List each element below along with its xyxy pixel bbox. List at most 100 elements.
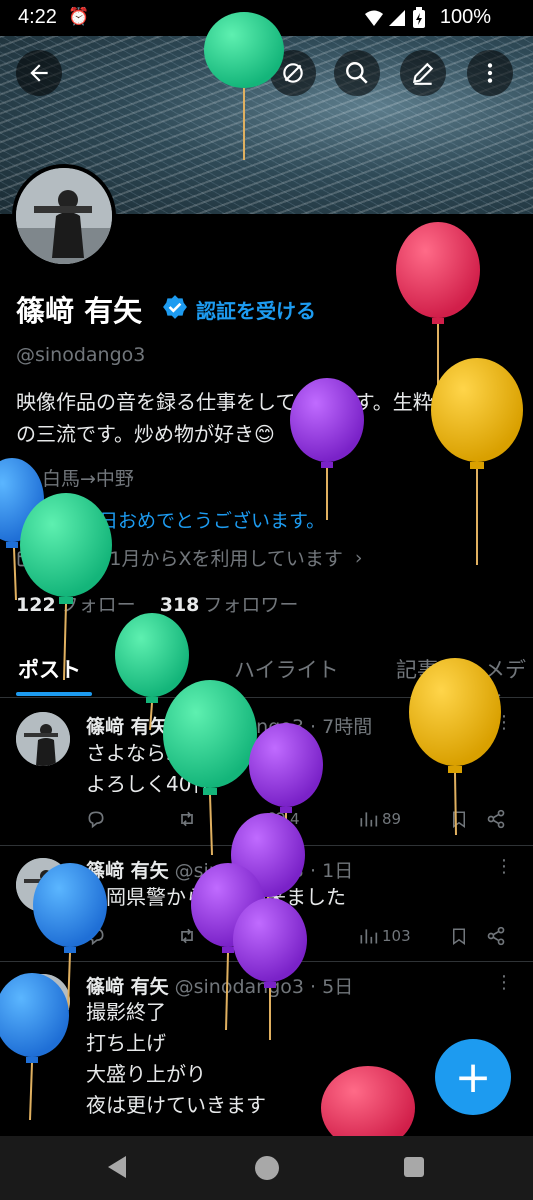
get-verified-link[interactable]: 認証を受ける: [196, 295, 316, 324]
search-button[interactable]: [334, 50, 380, 96]
nav-home-button[interactable]: [255, 1156, 279, 1180]
views-button[interactable]: 89: [358, 809, 401, 829]
back-button[interactable]: [16, 50, 62, 96]
following-link[interactable]: 122 フォロー: [16, 594, 136, 616]
bookmark-icon: [453, 928, 465, 945]
share-button[interactable]: [486, 809, 506, 829]
tweet-line: 静岡県警から電話が来ました: [86, 885, 346, 909]
tab-highlights[interactable]: ハイライト: [234, 654, 339, 684]
nav-back-button[interactable]: [108, 1156, 126, 1178]
tab-articles[interactable]: 記事: [396, 654, 438, 684]
profile-bio: 映像作品の音を録る仕事をしております。生粋 の三流です。炒め物が好き😊: [16, 386, 521, 450]
more-button[interactable]: [467, 50, 513, 96]
tweet-author[interactable]: 篠﨑 有矢: [86, 860, 169, 882]
tweet-more-button[interactable]: ⋮: [495, 856, 513, 877]
tweet-item[interactable]: 篠﨑 有矢 @sinodango3 · 7時間 ⋮ さよなら30代 よろしく40代…: [0, 698, 533, 846]
tweet-line: 夜は更けていきます: [86, 1093, 266, 1117]
like-button[interactable]: 4: [266, 809, 300, 829]
tweet-more-button[interactable]: ⋮: [495, 712, 513, 733]
bookmark-button[interactable]: [450, 926, 468, 946]
more-vertical-icon: [487, 63, 493, 83]
tweet-handle-time: @sinodango3 · 7時間: [174, 716, 373, 738]
followers-label: フォロワー: [203, 594, 299, 616]
reply-button[interactable]: [86, 809, 106, 829]
repost-icon: [181, 928, 193, 944]
tweet-author[interactable]: 篠﨑 有矢: [86, 976, 169, 998]
tweet-handle-time: @sinodango3 · 1日: [174, 860, 354, 882]
views-count: 89: [382, 810, 402, 828]
back-arrow-icon: [30, 64, 48, 82]
active-tab-indicator: [16, 692, 92, 696]
like-icon: [267, 812, 285, 828]
follow-counts: 122 フォロー 318 フォロワー: [16, 590, 298, 617]
like-count: 4: [290, 810, 300, 828]
views-icon: [360, 812, 378, 827]
tweet-handle-time: @sinodango3 · 5日: [174, 976, 354, 998]
profile-avatar[interactable]: [12, 164, 116, 268]
like-icon: [267, 929, 285, 945]
battery-percentage: 100%: [439, 6, 491, 28]
balloon: [396, 222, 480, 400]
tweet-author[interactable]: 篠﨑 有矢: [86, 716, 169, 738]
views-icon: [360, 929, 378, 944]
edit-button[interactable]: [400, 50, 446, 96]
profile-tabs: ポスト 返信 ハイライト 記事 メディ: [0, 640, 533, 712]
smile-emoji-icon: 😊: [254, 422, 275, 446]
bookmark-button[interactable]: [450, 809, 468, 829]
status-bar: 4:22 ⏰ 100%: [0, 0, 533, 36]
search-icon: [346, 62, 368, 84]
tweet-text: 撮影終了 打ち上げ 大盛り上がり 夜は更けていきます: [86, 997, 266, 1121]
tweet-avatar[interactable]: [16, 974, 70, 1028]
chevron-right-icon: ›: [354, 546, 363, 569]
tweet-actions: 1 103: [86, 926, 506, 950]
followers-link[interactable]: 318 フォロワー: [160, 594, 299, 616]
joined-row[interactable]: 2011年1月からXを利用しています ›: [16, 544, 363, 571]
tweet-more-button[interactable]: ⋮: [495, 972, 513, 993]
location-icon: [18, 468, 34, 487]
tweet-avatar[interactable]: [16, 712, 70, 766]
system-navigation-bar: [0, 1136, 533, 1200]
tweet-item[interactable]: 篠﨑 有矢 @sinodango3 · 1日 ⋮ 静岡県警から電話が来ました 1 …: [0, 846, 533, 962]
compose-post-button[interactable]: +: [435, 1039, 511, 1115]
share-icon: [487, 926, 505, 946]
battery-icon: [413, 7, 425, 28]
avatar-image: [16, 168, 112, 264]
tweet-line: よろしく40代: [86, 772, 212, 796]
tweet-line: さよなら30代: [86, 741, 212, 765]
plus-icon: +: [454, 1051, 492, 1103]
views-button[interactable]: 103: [358, 926, 411, 946]
tab-replies[interactable]: 返信: [140, 654, 182, 684]
repost-button[interactable]: [176, 926, 198, 946]
profile-handle: @sinodango3: [16, 344, 146, 366]
nav-recents-button[interactable]: [404, 1157, 424, 1177]
tweet-header: 篠﨑 有矢 @sinodango3 · 5日: [86, 972, 353, 999]
repost-button[interactable]: [176, 809, 198, 829]
views-count: 103: [382, 927, 411, 945]
following-label: フォロー: [59, 594, 136, 616]
following-count: 122: [16, 594, 56, 616]
tweet-line: 打ち上げ: [86, 1031, 166, 1055]
tweet-header: 篠﨑 有矢 @sinodango3 · 1日: [86, 856, 353, 883]
bio-line: 映像作品の音を録る仕事をしております。生粋: [16, 390, 433, 414]
tab-posts[interactable]: ポスト: [18, 654, 81, 684]
signal-icon: [365, 10, 383, 26]
tweet-avatar[interactable]: [16, 858, 70, 912]
profile-name: 篠﨑 有矢: [16, 294, 143, 328]
verified-badge-icon[interactable]: [162, 294, 188, 320]
reply-button[interactable]: [86, 926, 106, 946]
tweet-header: 篠﨑 有矢 @sinodango3 · 7時間: [86, 712, 372, 739]
status-time: 4:22: [18, 6, 57, 28]
hide-button[interactable]: [270, 50, 316, 96]
tweet-text: さよなら30代 よろしく40代: [86, 738, 211, 800]
bio-line: の三流です。炒め物が好き😊: [16, 418, 521, 450]
calendar-icon: [17, 550, 35, 566]
share-icon: [487, 809, 505, 829]
bookmark-icon: [453, 811, 465, 828]
reply-icon: [88, 811, 104, 829]
share-button[interactable]: [486, 926, 506, 946]
repost-icon: [181, 811, 193, 827]
avatar-image: [16, 712, 70, 766]
bio-text: の三流です。炒め物が好き: [16, 422, 254, 446]
like-button[interactable]: 1: [266, 926, 300, 946]
edit-icon: [412, 62, 434, 85]
